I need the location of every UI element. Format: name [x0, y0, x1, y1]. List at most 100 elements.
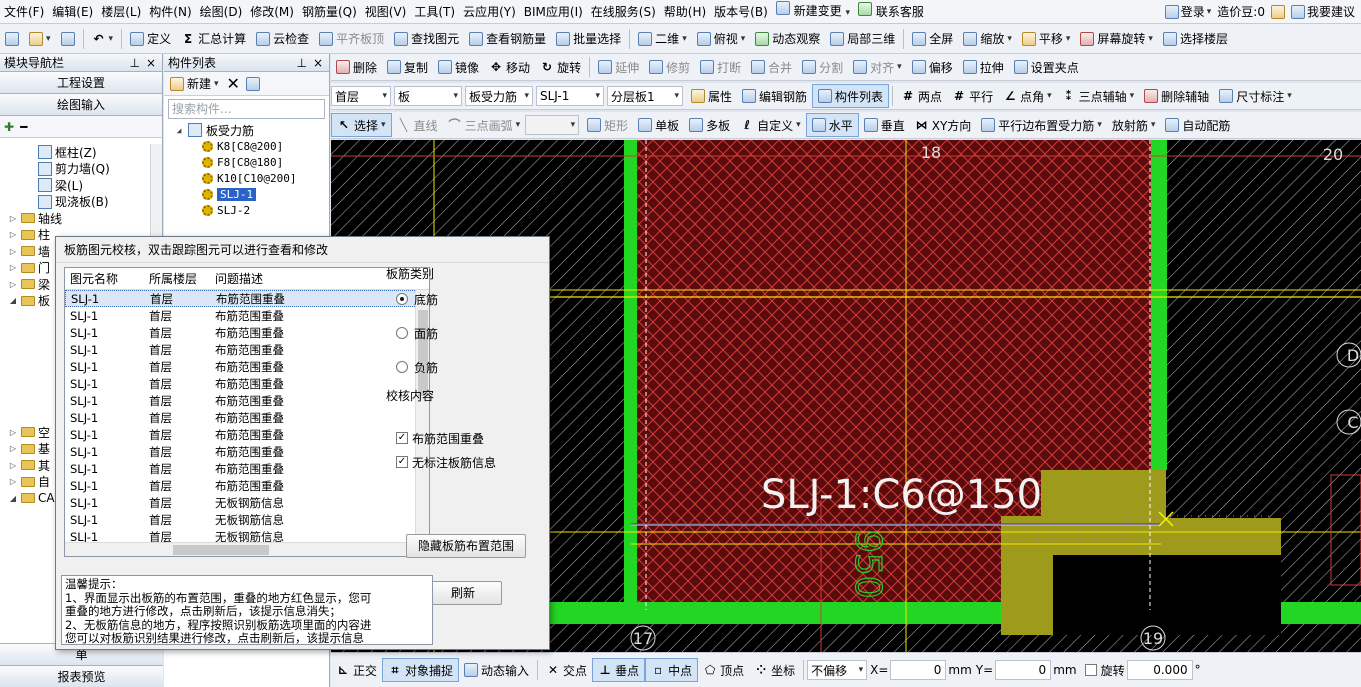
open-file-button[interactable]: ▾ — [24, 27, 56, 51]
pin-icon[interactable]: ⊥ — [130, 54, 140, 72]
delete-component-icon[interactable]: ✕ — [227, 74, 240, 93]
xy-direction-button[interactable]: ⋈ XY方向 — [910, 113, 977, 137]
intersection-snap[interactable]: ✕ 交点 — [541, 658, 592, 682]
comp-root[interactable]: ◢ 板受力筋 — [174, 122, 329, 138]
break-button[interactable]: 打断 — [695, 55, 746, 79]
vertical-button[interactable]: 垂直 — [859, 113, 910, 137]
offset-select[interactable]: 不偏移 ▾ — [807, 660, 868, 680]
suggest-link[interactable]: 我要建议 — [1307, 3, 1355, 20]
multi-board-button[interactable]: 多板 — [684, 113, 735, 137]
report-preview-button[interactable]: 报表预览 — [0, 665, 163, 687]
bell-icon[interactable] — [1270, 4, 1285, 19]
delete-button[interactable]: 删除 — [331, 55, 382, 79]
layer-select[interactable]: 分层板1 ▾ — [607, 86, 683, 106]
sum-button[interactable]: Σ 汇总计算 — [176, 27, 251, 51]
close-icon[interactable]: × — [146, 54, 156, 72]
column-header-name[interactable]: 图元名称 — [65, 270, 145, 287]
property-button[interactable]: 属性 — [686, 84, 737, 108]
menu-new-change[interactable]: 新建变更 ▾ — [772, 0, 854, 23]
stretch-button[interactable]: 拉伸 — [958, 55, 1009, 79]
rebar-annotation[interactable]: SLJ-1:C6@150 — [761, 472, 1042, 518]
rotate-button[interactable]: ↻ 旋转 — [535, 55, 586, 79]
comp-item[interactable]: F8[C8@180] — [174, 154, 329, 170]
drawing-input-button[interactable]: 绘图输入 — [0, 94, 162, 116]
table-row[interactable]: SLJ-1 首层 布筋范围重叠 — [65, 460, 429, 477]
login-link[interactable]: 登录 — [1181, 3, 1205, 20]
copy-button[interactable]: 复制 — [382, 55, 433, 79]
menu-component[interactable]: 构件(N) — [145, 0, 195, 23]
expand-icon[interactable]: ▷ — [8, 428, 18, 437]
component-search-input[interactable]: 搜索构件... — [168, 99, 325, 119]
radial-button[interactable]: 放射筋 ▾ — [1107, 113, 1161, 137]
view2d-button[interactable]: 二维 ▾ — [633, 27, 692, 51]
menu-version[interactable]: 版本号(B) — [710, 0, 772, 23]
ortho-toggle[interactable]: ⊾ 正交 — [331, 658, 382, 682]
local3d-button[interactable]: 局部三维 — [825, 27, 900, 51]
mirror-button[interactable]: 镜像 — [433, 55, 484, 79]
new-component-button[interactable]: 新建 ▾ — [168, 72, 221, 96]
menu-help[interactable]: 帮助(H) — [660, 0, 710, 23]
point-angle-button[interactable]: ∠ 点角 ▾ — [998, 84, 1057, 108]
move-button[interactable]: ✥ 移动 — [484, 55, 535, 79]
select-floor-button[interactable]: 选择楼层 — [1158, 27, 1233, 51]
split-button[interactable]: 分割 — [797, 55, 848, 79]
dialog-title[interactable]: 板筋图元校核，双击跟踪图元可以进行查看和修改 — [56, 237, 549, 263]
comp-item[interactable]: K10[C10@200] — [174, 170, 329, 186]
parallel-edge-button[interactable]: 平行边布置受力筋 ▾ — [976, 113, 1107, 137]
menu-rebar[interactable]: 钢筋量(Q) — [298, 0, 361, 23]
radio-top-rebar[interactable]: 面筋 — [386, 316, 546, 350]
delete-aux-button[interactable]: 删除辅轴 — [1139, 84, 1214, 108]
check-missing-info[interactable]: ✓ 无标注板筋信息 — [386, 450, 546, 474]
menu-tools[interactable]: 工具(T) — [410, 0, 459, 23]
tree-item-beam[interactable]: 梁(L) — [0, 177, 150, 194]
floor-select[interactable]: 首层 ▾ — [331, 86, 391, 106]
define-button[interactable]: 定义 — [125, 27, 176, 51]
menu-file[interactable]: 文件(F) — [0, 0, 48, 23]
table-row[interactable]: SLJ-1 首层 布筋范围重叠 — [65, 409, 429, 426]
offset-button[interactable]: 偏移 — [907, 55, 958, 79]
perpendicular-snap[interactable]: ⊥ 垂点 — [592, 658, 646, 682]
column-header-issue[interactable]: 问题描述 — [211, 270, 351, 287]
select-button[interactable]: ↖ 选择 ▾ — [331, 113, 392, 137]
collapse-icon[interactable]: ◢ — [8, 494, 18, 503]
coordinate-snap[interactable]: ⁘ 坐标 — [749, 658, 800, 682]
arc-button[interactable]: ⌒ 三点画弧 ▾ — [443, 113, 526, 137]
new-file-button[interactable] — [0, 27, 24, 51]
table-row[interactable]: SLJ-1 首层 布筋范围重叠 — [65, 392, 429, 409]
scroll-thumb[interactable] — [173, 545, 269, 555]
three-point-aux-button[interactable]: ⁑ 三点辅轴 ▾ — [1057, 84, 1140, 108]
comp-list-button[interactable]: 构件列表 — [812, 84, 890, 108]
type-select[interactable]: 板 ▾ — [394, 86, 462, 106]
menu-floor[interactable]: 楼层(L) — [97, 0, 145, 23]
project-settings-button[interactable]: 工程设置 — [0, 72, 162, 94]
save-button[interactable] — [56, 27, 80, 51]
collapse-icon[interactable]: ◢ — [8, 296, 18, 305]
table-row[interactable]: SLJ-1 首层 布筋范围重叠 — [65, 341, 429, 358]
view-rebar-button[interactable]: 查看钢筋量 — [464, 27, 551, 51]
tree-item-shear-wall[interactable]: 剪力墙(Q) — [0, 161, 150, 178]
line-button[interactable]: ╲ 直线 — [392, 113, 443, 137]
expand-icon[interactable]: ▷ — [8, 230, 18, 239]
radio-negative-rebar[interactable]: 负筋 — [386, 350, 546, 384]
fullscreen-button[interactable]: 全屏 — [907, 27, 958, 51]
menu-online[interactable]: 在线服务(S) — [587, 0, 660, 23]
table-row[interactable]: SLJ-1 首层 无板钢筋信息 — [65, 494, 429, 511]
comp-item[interactable]: SLJ-2 — [174, 202, 329, 218]
horizontal-button[interactable]: 水平 — [805, 113, 859, 137]
menu-draw[interactable]: 绘图(D) — [196, 0, 247, 23]
table-row[interactable]: SLJ-1 首层 布筋范围重叠 — [65, 307, 429, 324]
table-row[interactable]: SLJ-1 首层 布筋范围重叠 — [65, 426, 429, 443]
extend-button[interactable]: 延伸 — [593, 55, 644, 79]
trim-button[interactable]: 修剪 — [644, 55, 695, 79]
zoom-button[interactable]: 缩放 ▾ — [958, 27, 1017, 51]
dynamic-view-button[interactable]: 动态观察 — [750, 27, 825, 51]
table-row[interactable]: SLJ-1 首层 布筋范围重叠 — [65, 443, 429, 460]
expand-icon[interactable]: ▷ — [8, 263, 18, 272]
name-select[interactable]: SLJ-1 ▾ — [536, 86, 604, 106]
undo-button[interactable]: ↶ ▾ — [87, 27, 119, 51]
edit-rebar-button[interactable]: 编辑钢筋 — [737, 84, 812, 108]
table-row[interactable]: SLJ-1 首层 布筋范围重叠 — [65, 324, 429, 341]
vertex-snap[interactable]: ⬠ 顶点 — [698, 658, 749, 682]
expand-icon[interactable]: ▷ — [8, 477, 18, 486]
tree-item-cast-slab[interactable]: 现浇板(B) — [0, 194, 150, 211]
